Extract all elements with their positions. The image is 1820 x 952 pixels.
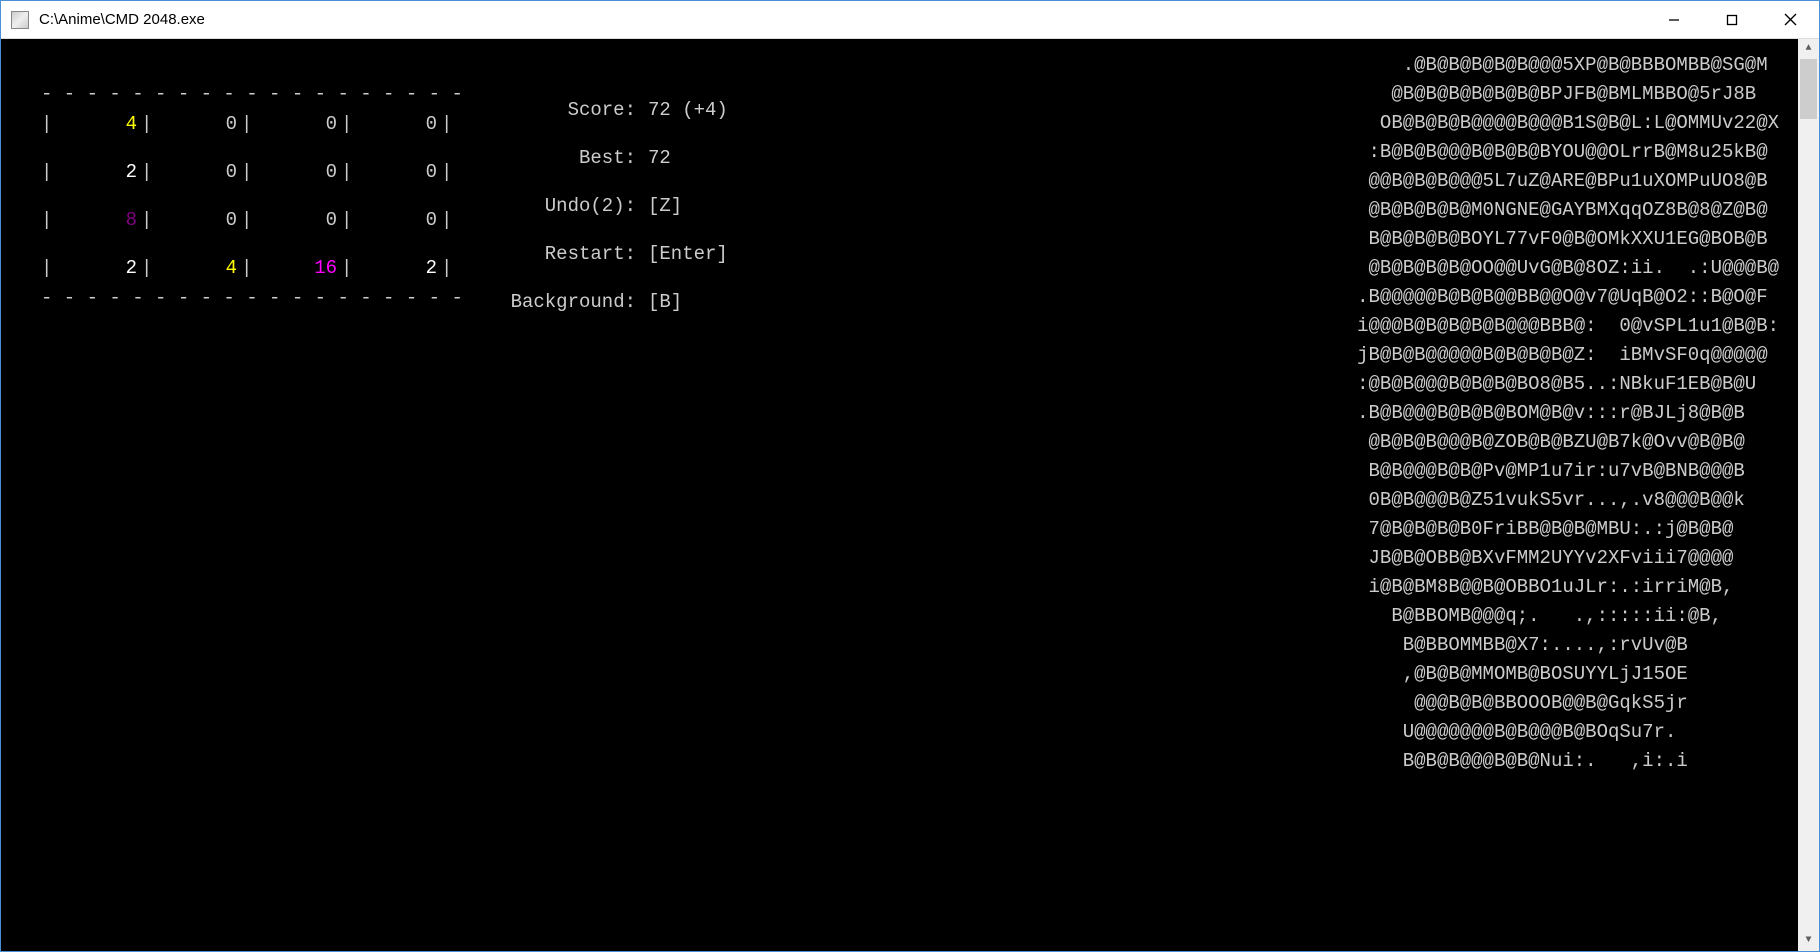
cell-divider: | xyxy=(41,253,53,283)
minimize-button[interactable] xyxy=(1645,1,1703,38)
cell-divider: | xyxy=(241,109,253,139)
cell-divider: | xyxy=(141,205,153,235)
cell-divider: | xyxy=(41,157,53,187)
cell-value: 2 xyxy=(53,253,141,283)
score-line: Score: 72 (+4) xyxy=(491,95,728,125)
board-row: |4|0|0|0| xyxy=(41,109,463,139)
cell-divider: | xyxy=(441,109,453,139)
app-icon xyxy=(11,11,29,29)
undo-label: Undo(2): xyxy=(491,191,636,221)
board-divider-bottom: - - - - - - - - - - - - - - - - - - - xyxy=(41,283,463,313)
minimize-icon xyxy=(1668,14,1680,26)
score-value: 72 (+4) xyxy=(648,95,728,125)
restart-key: [Enter] xyxy=(648,239,728,269)
close-button[interactable] xyxy=(1761,1,1819,38)
cell-divider: | xyxy=(41,205,53,235)
console-area[interactable]: - - - - - - - - - - - - - - - - - - - |4… xyxy=(1,39,1819,951)
best-line: Best: 72 xyxy=(491,143,728,173)
cell-value: 0 xyxy=(153,109,241,139)
cell-value: 2 xyxy=(353,253,441,283)
cell-divider: | xyxy=(441,253,453,283)
maximize-button[interactable] xyxy=(1703,1,1761,38)
board-row: |2|4|16|2| xyxy=(41,253,463,283)
undo-line: Undo(2): [Z] xyxy=(491,191,728,221)
cell-value: 0 xyxy=(253,157,341,187)
board-row: |8|0|0|0| xyxy=(41,205,463,235)
cell-value: 16 xyxy=(253,253,341,283)
cell-value: 0 xyxy=(153,205,241,235)
cell-value: 4 xyxy=(153,253,241,283)
application-window: C:\Anime\CMD 2048.exe - - - - - - - - - … xyxy=(0,0,1820,952)
cell-value: 0 xyxy=(353,157,441,187)
cell-value: 0 xyxy=(253,205,341,235)
undo-key: [Z] xyxy=(648,191,682,221)
cell-divider: | xyxy=(241,157,253,187)
cell-divider: | xyxy=(341,205,353,235)
titlebar[interactable]: C:\Anime\CMD 2048.exe xyxy=(1,1,1819,39)
cell-divider: | xyxy=(141,157,153,187)
cell-value: 8 xyxy=(53,205,141,235)
cell-value: 0 xyxy=(153,157,241,187)
best-label: Best: xyxy=(491,143,636,173)
background-label: Background: xyxy=(491,287,636,317)
cell-value: 0 xyxy=(353,205,441,235)
cell-divider: | xyxy=(441,205,453,235)
close-icon xyxy=(1784,13,1797,26)
cell-value: 2 xyxy=(53,157,141,187)
cell-value: 4 xyxy=(53,109,141,139)
best-value: 72 xyxy=(648,143,671,173)
scroll-up-arrow-icon[interactable]: ▲ xyxy=(1798,39,1819,59)
window-title: C:\Anime\CMD 2048.exe xyxy=(39,11,205,28)
cell-divider: | xyxy=(41,109,53,139)
cell-value: 0 xyxy=(253,109,341,139)
maximize-icon xyxy=(1726,14,1738,26)
game-board: - - - - - - - - - - - - - - - - - - - |4… xyxy=(41,79,463,313)
cell-divider: | xyxy=(241,253,253,283)
ascii-art: .@B@B@B@B@B@@@5XP@B@BBBOMBB@SG@M @B@B@B@… xyxy=(1357,51,1779,776)
scrollbar-thumb[interactable] xyxy=(1800,59,1817,119)
cell-divider: | xyxy=(341,157,353,187)
cell-value: 0 xyxy=(353,109,441,139)
cell-divider: | xyxy=(141,109,153,139)
restart-line: Restart: [Enter] xyxy=(491,239,728,269)
cell-divider: | xyxy=(441,157,453,187)
board-divider-top: - - - - - - - - - - - - - - - - - - - xyxy=(41,79,463,109)
background-key: [B] xyxy=(648,287,682,317)
vertical-scrollbar[interactable]: ▲ ▼ xyxy=(1798,39,1819,951)
scroll-down-arrow-icon[interactable]: ▼ xyxy=(1798,931,1819,951)
background-line: Background: [B] xyxy=(491,287,728,317)
status-panel: Score: 72 (+4) Best: 72 Undo(2): [Z] Res… xyxy=(491,95,728,335)
cell-divider: | xyxy=(341,109,353,139)
restart-label: Restart: xyxy=(491,239,636,269)
cell-divider: | xyxy=(141,253,153,283)
cell-divider: | xyxy=(241,205,253,235)
board-row: |2|0|0|0| xyxy=(41,157,463,187)
score-label: Score: xyxy=(491,95,636,125)
cell-divider: | xyxy=(341,253,353,283)
window-controls xyxy=(1645,1,1819,38)
